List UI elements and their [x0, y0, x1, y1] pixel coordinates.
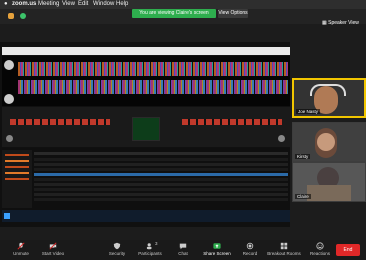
menu-view[interactable]: View — [62, 0, 75, 9]
menu-help[interactable]: Help — [116, 0, 128, 9]
start-video-button[interactable]: Start Video — [38, 240, 68, 260]
deck-b-knob-icon[interactable] — [4, 94, 14, 104]
deck-a-pads[interactable] — [10, 119, 110, 125]
record-label: Record — [242, 251, 258, 256]
waveform-top — [18, 62, 288, 76]
chat-icon — [179, 243, 187, 250]
menu-zoom[interactable]: zoom.us — [12, 0, 36, 9]
table-header — [34, 152, 288, 155]
unmute-label: Unmute — [13, 251, 29, 256]
security-label: Security — [108, 251, 126, 256]
mic-muted-icon — [17, 242, 25, 250]
speaker-view-button[interactable]: ▦ Speaker View — [322, 20, 359, 26]
table-row[interactable] — [34, 168, 288, 171]
mixer-center[interactable] — [132, 117, 160, 141]
security-shield-icon — [8, 13, 14, 19]
security-button[interactable]: Security — [104, 240, 130, 260]
dj-app-titlebar — [2, 47, 290, 55]
chat-button[interactable]: Chat — [172, 240, 194, 260]
participants-count: 3 — [155, 241, 158, 246]
share-banner: You are viewing Claire's screen — [132, 9, 216, 18]
shield-icon — [113, 242, 121, 250]
reactions-label: Reactions — [309, 251, 330, 256]
speaker-view-label: Speaker View — [328, 20, 359, 26]
start-video-label: Start Video — [41, 251, 65, 256]
smiley-icon — [316, 242, 324, 250]
table-row[interactable] — [34, 158, 288, 161]
deck-a-knob-icon[interactable] — [4, 60, 14, 70]
meeting-toolbar: Unmute Start Video Security Participants… — [0, 240, 366, 260]
participants-icon — [146, 243, 152, 250]
share-screen-button[interactable]: Share Screen — [200, 240, 234, 260]
participant-tile-claire[interactable]: Claire — [292, 162, 366, 202]
macos-menubar: ● zoom.us Meeting View Edit Window Help — [0, 0, 366, 9]
participant-tile-kirsty[interactable]: Kirsty — [292, 122, 366, 162]
breakout-rooms-button[interactable]: Breakout Rooms — [264, 240, 304, 260]
table-row[interactable] — [34, 183, 288, 186]
participant-name: Claire — [295, 194, 311, 199]
browser-sidebar — [2, 150, 32, 208]
apple-menu-icon[interactable]: ● — [4, 0, 8, 9]
end-meeting-button[interactable]: End — [336, 244, 360, 256]
participants-button[interactable]: Participants 3 — [134, 240, 166, 260]
participant-name: Kirsty — [295, 154, 311, 159]
deck-b-play-icon[interactable] — [278, 135, 285, 142]
windows-start-icon[interactable] — [4, 213, 10, 219]
breakout-rooms-icon — [280, 242, 288, 250]
deck-b-pads[interactable] — [182, 119, 282, 125]
menu-meeting[interactable]: Meeting — [38, 0, 59, 9]
view-options-button[interactable]: View Options — [218, 9, 248, 18]
participants-label: Participants — [138, 251, 162, 256]
deck-controls — [2, 107, 290, 147]
chat-label: Chat — [178, 251, 188, 256]
record-button[interactable]: Record — [238, 240, 262, 260]
record-icon — [246, 242, 254, 250]
menu-edit[interactable]: Edit — [78, 0, 88, 9]
table-row-selected[interactable] — [34, 173, 288, 176]
share-screen-label: Share Screen — [203, 251, 231, 256]
table-row[interactable] — [34, 198, 288, 201]
unmute-button[interactable]: Unmute — [6, 240, 36, 260]
table-row[interactable] — [34, 163, 288, 166]
reactions-button[interactable]: Reactions — [306, 240, 334, 260]
breakout-rooms-label: Breakout Rooms — [267, 251, 301, 256]
menu-window[interactable]: Window — [93, 0, 114, 9]
share-screen-icon — [213, 243, 221, 249]
table-row[interactable] — [34, 178, 288, 181]
windows-taskbar — [2, 210, 290, 222]
table-row[interactable] — [34, 188, 288, 191]
video-off-icon — [49, 242, 57, 250]
deck-a-play-icon[interactable] — [6, 135, 13, 142]
participant-name: Joe Nasty — [296, 109, 321, 114]
encryption-icon — [20, 13, 26, 19]
waveform-bottom — [18, 80, 288, 94]
participant-tile-joe[interactable]: Joe Nasty — [292, 78, 366, 118]
table-row[interactable] — [34, 193, 288, 196]
